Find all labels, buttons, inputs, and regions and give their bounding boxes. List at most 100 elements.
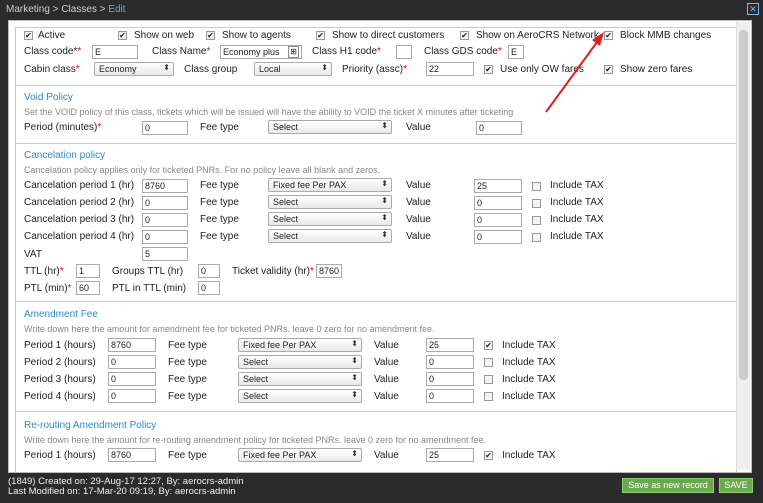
translate-icon[interactable]: ⊞ <box>288 46 299 58</box>
amend-value-input[interactable]: 0 <box>426 389 474 403</box>
cancel-title: Cancelation policy <box>24 150 106 161</box>
amend-period-label: Period 2 (hours) <box>24 357 96 368</box>
amend-value-input[interactable]: 0 <box>426 372 474 386</box>
amend-value-label: Value <box>374 374 399 385</box>
class-code-input[interactable]: E <box>92 45 138 59</box>
cancel-period-input[interactable]: 0 <box>142 196 188 210</box>
vat-label: VAT <box>24 249 42 260</box>
cancel-value-input[interactable]: 0 <box>474 196 522 210</box>
class-gds-input[interactable]: E <box>508 45 524 59</box>
cabin-class-label: Cabin class* <box>24 64 80 75</box>
include-tax-checkbox[interactable] <box>484 375 493 384</box>
include-tax-checkbox[interactable]: ✔ <box>484 451 493 460</box>
void-period-label: Period (minutes)* <box>24 122 102 133</box>
cancel-period-input[interactable]: 0 <box>142 230 188 244</box>
vat-input[interactable]: 5 <box>142 247 188 261</box>
include-tax-checkbox[interactable] <box>532 233 541 242</box>
chevron-down-icon: ⬍ <box>351 356 358 365</box>
amend-fee-type-select[interactable]: Select ⬍ <box>238 372 362 386</box>
chevron-down-icon: ⬍ <box>351 390 358 399</box>
void-title: Void Policy <box>24 92 73 103</box>
include-tax-checkbox[interactable] <box>484 358 493 367</box>
ptl-input[interactable]: 60 <box>76 281 100 295</box>
amend-value-input[interactable]: 25 <box>426 338 474 352</box>
cancel-value-input[interactable]: 0 <box>474 230 522 244</box>
general-section: ✔ Active ✔ Show on web ✔ Show to agents … <box>15 27 737 87</box>
amend-period-input[interactable]: 0 <box>108 372 156 386</box>
amend-period-input[interactable]: 8760 <box>108 338 156 352</box>
active-checkbox[interactable]: ✔ <box>24 31 33 40</box>
cancelation-section: Cancelation policy Cancelation policy ap… <box>15 143 737 303</box>
class-group-select[interactable]: Local ⬍ <box>254 62 332 76</box>
include-tax-checkbox[interactable] <box>484 392 493 401</box>
scrollbar-thumb[interactable] <box>739 30 748 380</box>
reroute-title: Re-routing Amendment Policy <box>24 420 157 431</box>
class-code-label: Class code** <box>24 46 82 57</box>
chevron-down-icon: ⬍ <box>381 179 388 188</box>
groups-ttl-input[interactable]: 0 <box>198 264 220 278</box>
reroute-value-input[interactable]: 25 <box>426 448 474 462</box>
record-info: (1849) Created on: 29-Aug-17 12:27, By: … <box>8 477 244 497</box>
amend-fee-type-label: Fee type <box>168 391 207 402</box>
cancel-value-input[interactable]: 0 <box>474 213 522 227</box>
include-tax-label: Include TAX <box>502 450 556 461</box>
amend-value-label: Value <box>374 357 399 368</box>
reroute-period-input[interactable]: 8760 <box>108 448 156 462</box>
ptl-label: PTL (min)* <box>24 283 72 294</box>
amend-fee-type-label: Fee type <box>168 340 207 351</box>
include-tax-label: Include TAX <box>502 391 556 402</box>
cancel-period-input[interactable]: 8760 <box>142 179 188 193</box>
cancel-value-input[interactable]: 25 <box>474 179 522 193</box>
amend-period-input[interactable]: 0 <box>108 355 156 369</box>
cancel-fee-type-select[interactable]: Fixed fee Per PAX ⬍ <box>268 178 392 192</box>
breadcrumb: Marketing > Classes > Edit <box>6 4 126 15</box>
include-tax-label: Include TAX <box>550 197 604 208</box>
scrollbar[interactable] <box>736 22 750 470</box>
ow-fares-checkbox[interactable]: ✔ <box>484 65 493 74</box>
cancel-description: Cancelation policy applies only for tick… <box>24 165 381 175</box>
cancel-fee-type-select[interactable]: Select ⬍ <box>268 212 392 226</box>
cancel-fee-type-select[interactable]: Select ⬍ <box>268 195 392 209</box>
void-fee-type-select[interactable]: Select ⬍ <box>268 120 392 134</box>
cancel-fee-type-label: Fee type <box>200 231 239 242</box>
cabin-class-select[interactable]: Economy ⬍ <box>94 62 174 76</box>
include-tax-label: Include TAX <box>502 340 556 351</box>
chevron-down-icon: ⬍ <box>321 63 328 72</box>
ticket-validity-input[interactable]: 8760 <box>316 264 342 278</box>
reroute-value-label: Value <box>374 450 399 461</box>
amend-fee-type-label: Fee type <box>168 374 207 385</box>
void-description: Set the VOID policy of this class, ticke… <box>24 107 514 117</box>
save-button[interactable]: SAVE <box>719 478 753 493</box>
breadcrumb-current: Edit <box>108 4 126 15</box>
include-tax-label: Include TAX <box>550 231 604 242</box>
class-h1-input[interactable] <box>396 45 412 59</box>
amend-fee-type-select[interactable]: Select ⬍ <box>238 355 362 369</box>
include-tax-checkbox[interactable] <box>532 199 541 208</box>
breadcrumb-marketing[interactable]: Marketing <box>6 4 50 15</box>
breadcrumb-classes[interactable]: Classes <box>61 4 97 15</box>
show-agents-checkbox[interactable]: ✔ <box>206 31 215 40</box>
show-direct-checkbox[interactable]: ✔ <box>316 31 325 40</box>
show-web-checkbox[interactable]: ✔ <box>118 31 127 40</box>
amend-fee-type-select[interactable]: Select ⬍ <box>238 389 362 403</box>
cancel-fee-type-select[interactable]: Select ⬍ <box>268 229 392 243</box>
ticket-validity-label: Ticket validity (hr)* <box>232 266 314 277</box>
priority-input[interactable]: 22 <box>426 62 474 76</box>
reroute-fee-type-select[interactable]: Fixed fee Per PAX ⬍ <box>238 448 362 462</box>
amend-value-input[interactable]: 0 <box>426 355 474 369</box>
close-icon[interactable]: ✕ <box>747 3 759 15</box>
cancel-period-input[interactable]: 0 <box>142 213 188 227</box>
save-as-new-button[interactable]: Save as new record <box>622 478 714 493</box>
ptl-in-ttl-input[interactable]: 0 <box>198 281 220 295</box>
class-name-input[interactable]: Economy plus ⊞ <box>220 45 302 59</box>
void-period-input[interactable]: 0 <box>142 121 188 135</box>
show-network-checkbox[interactable]: ✔ <box>460 31 469 40</box>
void-value-input[interactable]: 0 <box>476 121 522 135</box>
ttl-input[interactable]: 1 <box>76 264 100 278</box>
rerouting-section: Re-routing Amendment Policy Write down h… <box>15 411 737 472</box>
amend-period-input[interactable]: 0 <box>108 389 156 403</box>
include-tax-checkbox[interactable] <box>532 182 541 191</box>
include-tax-checkbox[interactable] <box>532 216 541 225</box>
amend-fee-type-select[interactable]: Fixed fee Per PAX ⬍ <box>238 338 362 352</box>
include-tax-checkbox[interactable]: ✔ <box>484 341 493 350</box>
